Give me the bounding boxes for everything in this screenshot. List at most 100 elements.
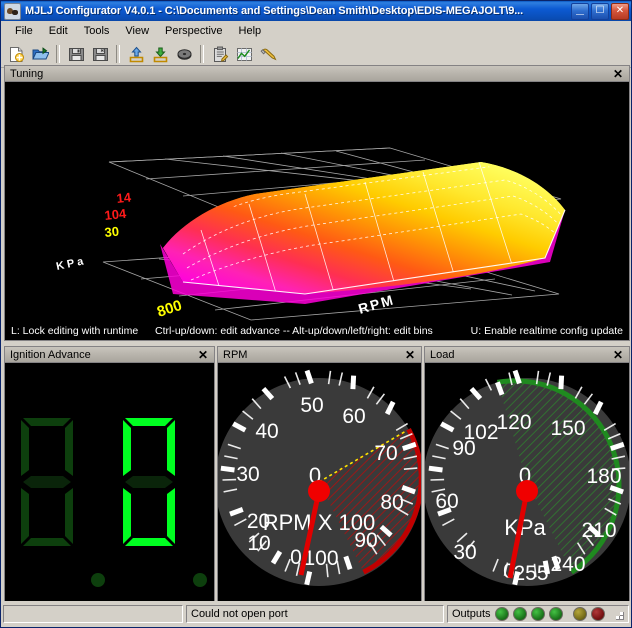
y-tick-label-104: 104 [104, 206, 128, 223]
load-label-240: 240 [550, 553, 585, 576]
output-led-3 [530, 607, 545, 621]
rpm-panel-title: RPM [223, 348, 248, 361]
open-file-icon [31, 46, 49, 59]
menu-item-view[interactable]: View [117, 23, 157, 39]
output-led-6 [590, 607, 605, 621]
upload-button[interactable] [125, 43, 147, 65]
load-caption: KPa [504, 515, 546, 540]
rpm-label-30: 30 [236, 463, 259, 486]
status-field-empty [3, 605, 183, 623]
close-button[interactable]: ✕ [611, 2, 629, 20]
rpm-gauge-svg: 20 30 40 50 60 70 80 90 100 10 0 0 RPM X… [218, 363, 421, 601]
load-label-210: 210 [581, 519, 616, 542]
chart-icon [236, 47, 252, 61]
rpm-close-icon[interactable]: ✕ [403, 349, 417, 361]
z-tick-label-14: 14 [116, 189, 133, 206]
menu-item-tools[interactable]: Tools [76, 23, 118, 39]
status-bar: Could not open port Outputs [3, 603, 629, 625]
seg-c [64, 488, 73, 544]
seg-a [124, 418, 173, 426]
load-close-icon[interactable]: ✕ [611, 349, 625, 361]
window-title: MJLJ Configurator V4.0.1 - C:\Documents … [25, 5, 524, 17]
decimal-point-1 [90, 573, 105, 587]
hint-lock: L: Lock editing with runtime [11, 324, 139, 337]
seg-b [166, 420, 175, 476]
application-window: MJLJ Configurator V4.0.1 - C:\Documents … [0, 0, 632, 628]
download-button[interactable] [149, 43, 171, 65]
rpm-label-60: 60 [342, 405, 365, 428]
seg-c [166, 488, 175, 544]
save-as-icon [92, 47, 108, 61]
rpm-label-70: 70 [374, 442, 397, 465]
status-message: Could not open port [186, 605, 444, 623]
ignition-advance-display [5, 363, 214, 601]
ignition-panel-titlebar: Ignition Advance ✕ [5, 347, 214, 363]
seg-b [64, 420, 73, 476]
toolbar [1, 41, 631, 68]
new-file-button[interactable] [5, 43, 27, 65]
load-label-60: 60 [435, 490, 458, 513]
menu-item-edit[interactable]: Edit [41, 23, 76, 39]
tuning-panel: Tuning ✕ 14 104 30 800 KPa RPM L: Lock e… [4, 65, 630, 341]
toolbar-separator-3 [200, 45, 204, 63]
decimal-point-2 [192, 573, 207, 587]
clipboard-icon [213, 46, 228, 62]
upload-icon [129, 46, 143, 62]
ignition-panel-title: Ignition Advance [10, 348, 91, 361]
load-label-120: 120 [496, 411, 531, 434]
ignition-advance-panel: Ignition Advance ✕ [4, 346, 215, 601]
window-controls: _ ☐ ✕ [571, 0, 629, 20]
save-icon [68, 47, 84, 61]
load-label-30: 30 [453, 541, 476, 564]
load-gauge-svg: 60 30 90 102 120 150 180 210 240 255 0 0… [425, 363, 629, 601]
maximize-icon: ☐ [595, 4, 605, 16]
seg-e [122, 488, 131, 544]
seg-g [22, 476, 71, 488]
load-panel-title: Load [430, 348, 455, 361]
load-label-180: 180 [586, 465, 621, 488]
hint-realtime: U: Enable realtime config update [470, 324, 623, 337]
load-panel: Load ✕ 60 30 90 102 120 150 180 210 240 … [424, 346, 630, 601]
seg-g [124, 476, 173, 488]
toolbar-separator-1 [56, 45, 60, 63]
menu-item-help[interactable]: Help [231, 23, 270, 39]
save-as-button[interactable] [89, 43, 111, 65]
tuning-panel-title: Tuning [10, 67, 44, 80]
open-file-button[interactable] [29, 43, 51, 65]
toolbar-separator-2 [116, 45, 120, 63]
maximize-button[interactable]: ☐ [591, 2, 609, 20]
menu-item-file[interactable]: File [7, 23, 41, 39]
settings-button[interactable] [257, 43, 279, 65]
ignition-close-icon[interactable]: ✕ [196, 349, 210, 361]
tuning-hint-bar: L: Lock editing with runtime Ctrl-up/dow… [5, 321, 629, 340]
seven-segment-digit-1 [20, 418, 73, 546]
rpm-tick-0 [304, 571, 313, 586]
rpm-label-40: 40 [255, 420, 278, 443]
car-icon [4, 2, 21, 20]
tuning-close-icon[interactable]: ✕ [611, 68, 625, 80]
seg-f [20, 420, 29, 476]
resize-grip-icon[interactable] [611, 607, 625, 621]
menu-item-perspective[interactable]: Perspective [157, 23, 230, 39]
rpm-label-0: 0 [290, 546, 302, 569]
download-icon [153, 47, 167, 62]
seven-segment-group [5, 363, 214, 601]
clipboard-button[interactable] [209, 43, 231, 65]
output-led-2 [512, 607, 527, 621]
load-needle-hub [516, 480, 538, 502]
burn-button[interactable] [173, 43, 195, 65]
rpm-gauge[interactable]: 20 30 40 50 60 70 80 90 100 10 0 0 RPM X… [218, 363, 421, 601]
minimize-button[interactable]: _ [571, 0, 589, 20]
output-led-1 [494, 607, 509, 621]
advance-map-plot[interactable]: 14 104 30 800 KPa RPM [5, 82, 629, 321]
chart-button[interactable] [233, 43, 255, 65]
wrench-icon [260, 48, 277, 60]
seg-e [20, 488, 29, 544]
save-button[interactable] [65, 43, 87, 65]
hint-edit: Ctrl-up/down: edit advance -- Alt-up/dow… [155, 324, 433, 337]
load-panel-titlebar: Load ✕ [425, 347, 629, 363]
load-gauge[interactable]: 60 30 90 102 120 150 180 210 240 255 0 0… [425, 363, 629, 601]
y-tick-label-30: 30 [104, 224, 120, 240]
minimize-icon: _ [576, 0, 584, 16]
title-bar: MJLJ Configurator V4.0.1 - C:\Documents … [1, 1, 631, 21]
